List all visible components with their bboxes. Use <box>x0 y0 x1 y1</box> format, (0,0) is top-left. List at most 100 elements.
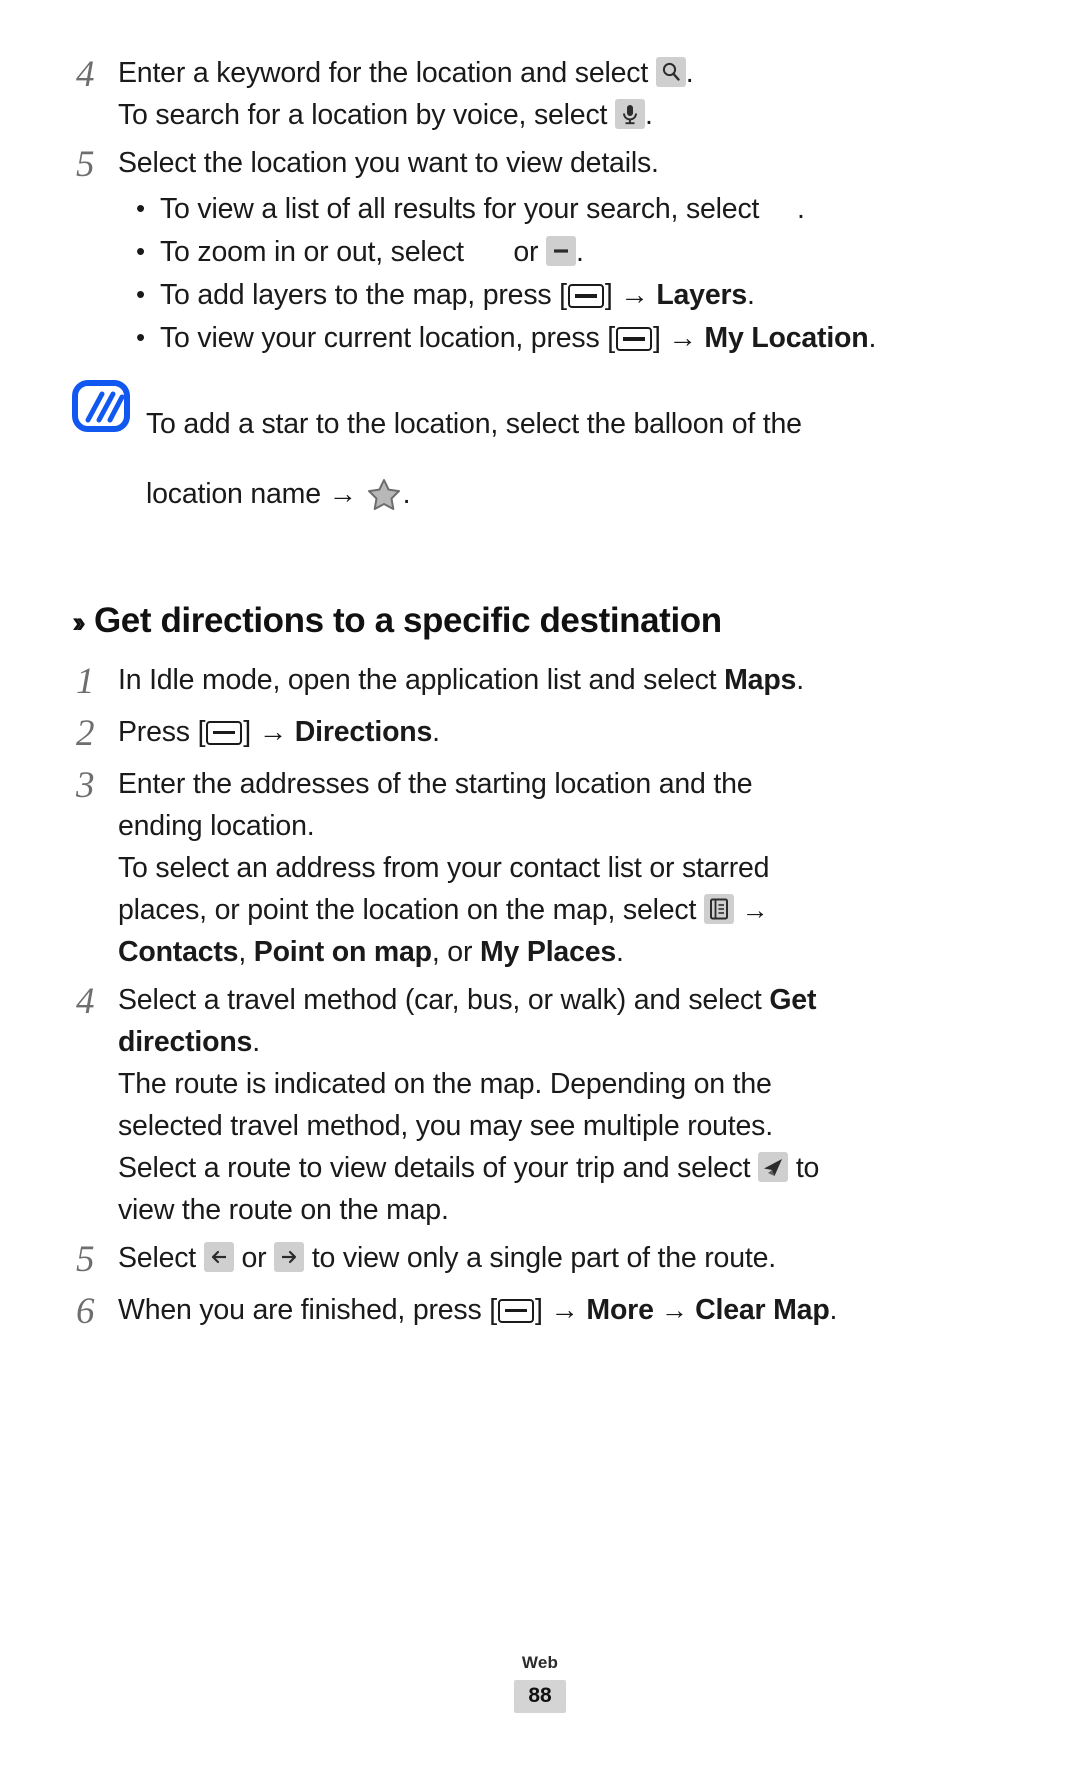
step3-para-line1: To select an address from your contact l… <box>118 851 770 884</box>
step-number: 2 <box>76 712 95 754</box>
bullet-my-location: To view your current location, press [ ] … <box>136 316 1008 359</box>
step4b-para-line3: Select a route to view details of your t… <box>118 1151 751 1184</box>
step-number: 6 <box>76 1290 95 1332</box>
step3-para-line2: places, or point the location on the map… <box>118 893 697 926</box>
step-text: Enter a keyword for the location and sel… <box>118 52 1008 136</box>
note-line2-period: . <box>402 478 411 510</box>
step3-line1: Enter the addresses of the starting loca… <box>118 767 753 800</box>
step-text: Press [ ] → Directions. <box>118 711 1008 753</box>
menu-key-icon[interactable] <box>497 1298 534 1323</box>
note-memo-icon <box>72 380 132 437</box>
bullet-arrow: ] → <box>652 322 705 354</box>
step4b-period: . <box>252 1025 260 1058</box>
step5b-text: Select <box>118 1241 197 1274</box>
bullet-bold-label: Layers <box>656 279 748 311</box>
step6-bold-more: More <box>586 1293 654 1326</box>
bullet-period: . <box>576 236 584 268</box>
bullet-text: To view a list of all results for your s… <box>160 193 760 225</box>
step4-line2-text: To search for a location by voice, selec… <box>118 99 608 131</box>
step-item-4b: 4 Select a travel method (car, bus, or w… <box>72 979 1008 1231</box>
microphone-icon[interactable] <box>614 99 645 129</box>
step-item-5b: 5 Select or to view only a single part o… <box>72 1237 1008 1283</box>
step4b-bold-directions: directions <box>118 1025 253 1058</box>
arrow-right-icon[interactable] <box>274 1241 305 1272</box>
bullet-text: To view your current location, press [ <box>160 322 615 354</box>
page-footer: Web 88 <box>0 1653 1080 1713</box>
step6-arrow1: ] → <box>534 1293 587 1326</box>
step-number: 5 <box>76 1238 95 1280</box>
bullet-or: or <box>513 236 539 268</box>
note-line2-text: location name → <box>146 478 357 510</box>
step2-text: Press [ <box>118 715 206 748</box>
bullet-layers: To add layers to the map, press [ ] → Lay… <box>136 273 1008 316</box>
page-title: Get directions to a specific destination <box>93 600 722 640</box>
step-number: 5 <box>76 144 95 185</box>
bullet-text: To zoom in or out, select <box>160 236 464 268</box>
step3-bold-my-places: My Places <box>479 935 617 968</box>
footer-section-label: Web <box>521 1653 559 1672</box>
step4b-para-to: to <box>795 1151 820 1184</box>
bullet-text: To add layers to the map, press [ <box>160 279 567 311</box>
step-number: 1 <box>76 660 95 702</box>
chevron-right-icon: ›› <box>72 605 86 639</box>
step-number: 3 <box>76 764 95 806</box>
step-item-5: 5 Select the location you want to view d… <box>72 142 1008 360</box>
step4b-line1: Select a travel method (car, bus, or wal… <box>118 983 762 1016</box>
step3-sep1: , <box>238 935 254 968</box>
step-item-2: 2 Press [ ] → Directions. <box>72 711 1008 757</box>
section-heading: ›› Get directions to a specific destinat… <box>72 601 1008 641</box>
step-number: 4 <box>76 54 95 95</box>
star-icon[interactable] <box>367 478 401 522</box>
list-results-icon[interactable] <box>767 193 797 223</box>
menu-key-icon[interactable] <box>567 284 604 308</box>
manual-page: 4 Enter a keyword for the location and s… <box>0 0 1080 1771</box>
step4-line2-period: . <box>644 99 653 131</box>
bullet-view-all-results: To view a list of all results for your s… <box>136 187 1008 230</box>
bullet-period: . <box>747 279 755 311</box>
step-text: When you are finished, press [] → More →… <box>118 1289 1008 1331</box>
bullet-period: . <box>868 322 877 354</box>
step4-line1-period: . <box>685 57 694 89</box>
note-text: To add a star to the location, select th… <box>146 374 1008 551</box>
step5-bullet-list: To view a list of all results for your s… <box>118 187 1008 359</box>
step-text: Enter the addresses of the starting loca… <box>118 763 1008 973</box>
bullet-bold-label: My Location <box>704 322 869 354</box>
menu-key-icon[interactable] <box>206 720 243 745</box>
step3-bold-contacts: Contacts <box>118 935 239 968</box>
step3-arrow: → <box>741 894 769 925</box>
menu-key-icon[interactable] <box>615 327 652 351</box>
arrow-left-icon[interactable] <box>203 1241 234 1272</box>
step3-sep2: , or <box>431 935 480 968</box>
step2-arrow: ] → <box>243 715 295 748</box>
navigate-route-icon[interactable] <box>758 1151 789 1182</box>
step-item-3: 3 Enter the addresses of the starting lo… <box>72 763 1008 973</box>
bullet-zoom: To zoom in or out, select or . <box>136 230 1008 273</box>
step2-period: . <box>432 715 440 748</box>
step4b-bold-get: Get <box>769 983 817 1016</box>
note-callout: To add a star to the location, select th… <box>72 374 1008 551</box>
step-item-1: 1 In Idle mode, open the application lis… <box>72 659 1008 705</box>
step-number: 4 <box>76 980 95 1022</box>
step1-period: . <box>796 663 804 696</box>
step-text: In Idle mode, open the application list … <box>118 659 1008 701</box>
step4b-para-line1: The route is indicated on the map. Depen… <box>118 1067 772 1100</box>
step4b-para-line4: view the route on the map. <box>118 1193 449 1226</box>
bullet-arrow: ] → <box>604 279 657 311</box>
step5b-or: or <box>241 1241 267 1274</box>
step1-text: In Idle mode, open the application list … <box>118 663 717 696</box>
step-item-6: 6 When you are finished, press [] → More… <box>72 1289 1008 1335</box>
step2-bold-label: Directions <box>294 715 433 748</box>
bullet-period: . <box>796 193 805 225</box>
step3-period: . <box>616 935 624 968</box>
step3-bold-point-on-map: Point on map <box>253 935 432 968</box>
step4-line1-text: Enter a keyword for the location and sel… <box>118 57 649 89</box>
search-icon[interactable] <box>655 57 686 87</box>
step-text: Select a travel method (car, bus, or wal… <box>118 979 1008 1231</box>
note-line1: To add a star to the location, select th… <box>146 407 802 440</box>
page-number-badge: 88 <box>514 1680 566 1713</box>
step-item-4: 4 Enter a keyword for the location and s… <box>72 52 1008 136</box>
step6-period: . <box>829 1293 838 1326</box>
zoom-out-icon[interactable] <box>546 236 577 266</box>
step1-bold-label: Maps <box>724 663 797 696</box>
contacts-book-icon[interactable] <box>703 893 734 924</box>
